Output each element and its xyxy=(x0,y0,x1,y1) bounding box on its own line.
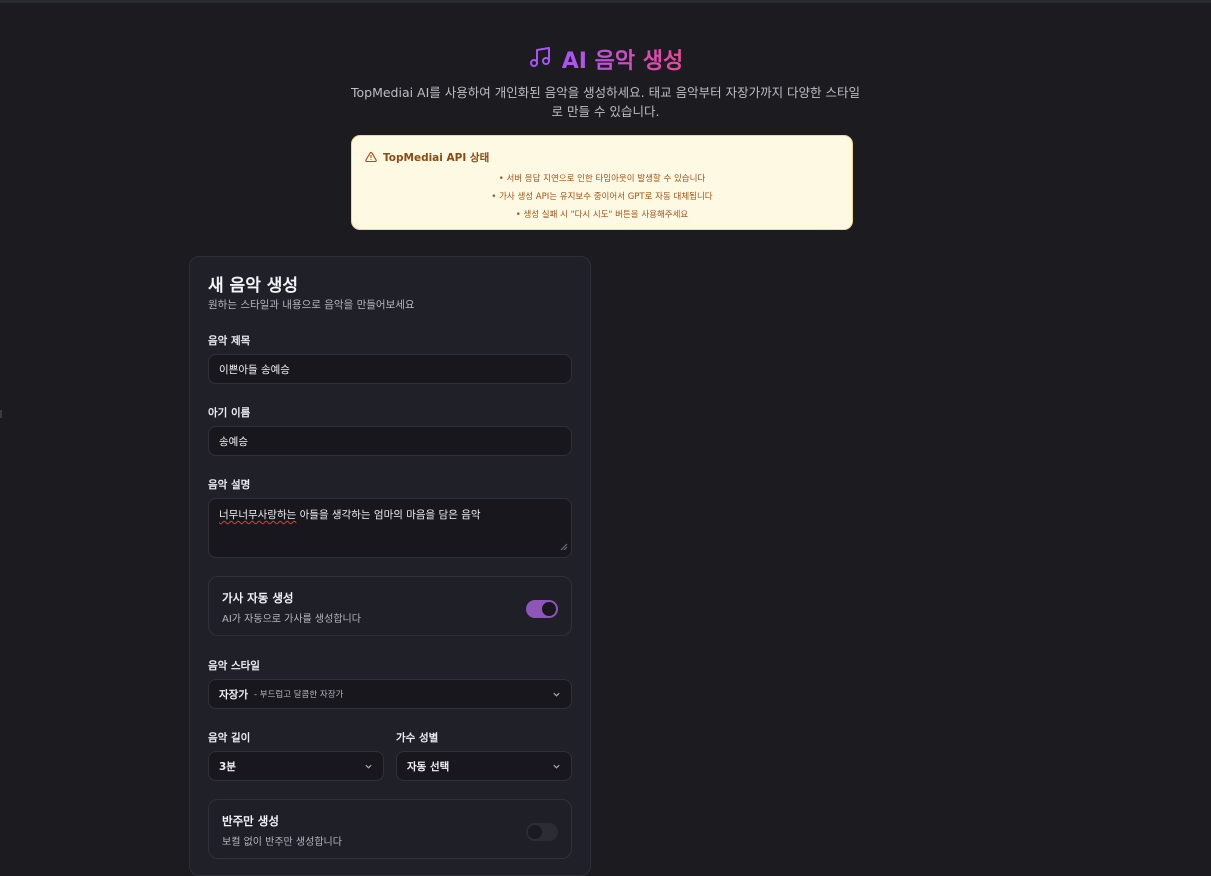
singer-gender-select[interactable]: 자동 선택 xyxy=(396,751,572,781)
music-style-label: 음악 스타일 xyxy=(208,660,260,672)
singer-gender-value: 자동 선택 xyxy=(407,760,450,773)
chevron-down-icon xyxy=(552,762,561,774)
instrumental-toggle[interactable] xyxy=(526,823,558,841)
singer-gender-label: 가수 성별 xyxy=(396,732,439,744)
notice-line: • 서버 응답 지연으로 인한 타임아웃이 발생할 수 있습니다 xyxy=(498,174,706,184)
card-title: 새 음악 생성 xyxy=(208,276,299,296)
music-length-label: 음악 길이 xyxy=(208,732,251,744)
music-style-select[interactable]: 자장가 - 부드럽고 달콤한 자장가 xyxy=(208,679,572,709)
title-row: AI 음악 생성 xyxy=(0,43,1211,75)
chevron-down-icon xyxy=(364,762,373,774)
page-header: AI 음악 생성 TopMediai AI를 사용하여 개인화된 음악을 생성하… xyxy=(0,43,1211,121)
warning-icon xyxy=(365,148,377,167)
notice-line: • 생성 실패 시 "다시 시도" 버튼을 사용해주세요 xyxy=(515,210,689,220)
instrumental-desc: 보컬 없이 반주만 생성합니다 xyxy=(222,837,342,848)
auto-lyrics-toggle[interactable] xyxy=(526,600,558,618)
baby-name-label: 아기 이름 xyxy=(208,407,251,419)
music-style-value: 자장가 xyxy=(219,688,248,701)
instrumental-option: 반주만 생성 보컬 없이 반주만 생성합니다 xyxy=(208,799,572,859)
auto-lyrics-title: 가사 자동 생성 xyxy=(222,591,294,605)
music-title-input[interactable]: 이쁜아들 송예승 xyxy=(208,354,572,384)
card-subtitle: 원하는 스타일과 내용으로 음악을 만들어보세요 xyxy=(208,299,415,311)
music-note-icon xyxy=(528,45,552,73)
resize-handle-icon[interactable] xyxy=(560,542,568,554)
baby-name-input[interactable]: 송예승 xyxy=(208,426,572,456)
toggle-knob xyxy=(542,602,556,616)
music-style-hint: - 부드럽고 달콤한 자장가 xyxy=(253,690,344,700)
page-title: AI 음악 생성 xyxy=(562,43,684,75)
create-music-card: 새 음악 생성 원하는 스타일과 내용으로 음악을 만들어보세요 음악 제목 이… xyxy=(189,256,591,876)
notice-header: TopMediai API 상태 xyxy=(365,148,489,167)
api-status-notice: TopMediai API 상태 • 서버 응답 지연으로 인한 타임아웃이 발… xyxy=(351,135,853,230)
description-textarea[interactable]: 너무너무사랑하는 아들을 생각하는 엄마의 마음을 담은 음악 xyxy=(208,498,572,558)
notice-lines: • 서버 응답 지연으로 인한 타임아웃이 발생할 수 있습니다 • 가사 생성… xyxy=(352,170,852,224)
left-edge-marker xyxy=(0,410,2,418)
page-subtitle: TopMediai AI를 사용하여 개인화된 음악을 생성하세요. 태교 음악… xyxy=(350,85,861,119)
toggle-knob xyxy=(528,825,542,839)
instrumental-title: 반주만 생성 xyxy=(222,814,279,828)
auto-lyrics-desc: AI가 자동으로 가사를 생성합니다 xyxy=(222,614,361,625)
description-value: 너무너무사랑하는 아들을 생각하는 엄마의 마음을 담은 음악 xyxy=(219,507,481,522)
notice-title: TopMediai API 상태 xyxy=(383,152,490,164)
notice-line: • 가사 생성 API는 유지보수 중이어서 GPT로 자동 대체됩니다 xyxy=(491,192,713,202)
auto-lyrics-option: 가사 자동 생성 AI가 자동으로 가사를 생성합니다 xyxy=(208,576,572,636)
music-title-value: 이쁜아들 송예승 xyxy=(219,363,290,376)
description-rest: 아들을 생각하는 엄마의 마음을 담은 음악 xyxy=(296,509,481,521)
music-length-select[interactable]: 3분 xyxy=(208,751,384,781)
music-length-value: 3분 xyxy=(219,760,236,773)
baby-name-value: 송예승 xyxy=(219,435,248,448)
music-title-label: 음악 제목 xyxy=(208,335,251,347)
description-label: 음악 설명 xyxy=(208,479,251,491)
window-top-border xyxy=(0,0,1211,3)
spellcheck-flagged-word: 너무너무사랑하는 xyxy=(219,509,297,521)
chevron-down-icon xyxy=(552,690,561,702)
